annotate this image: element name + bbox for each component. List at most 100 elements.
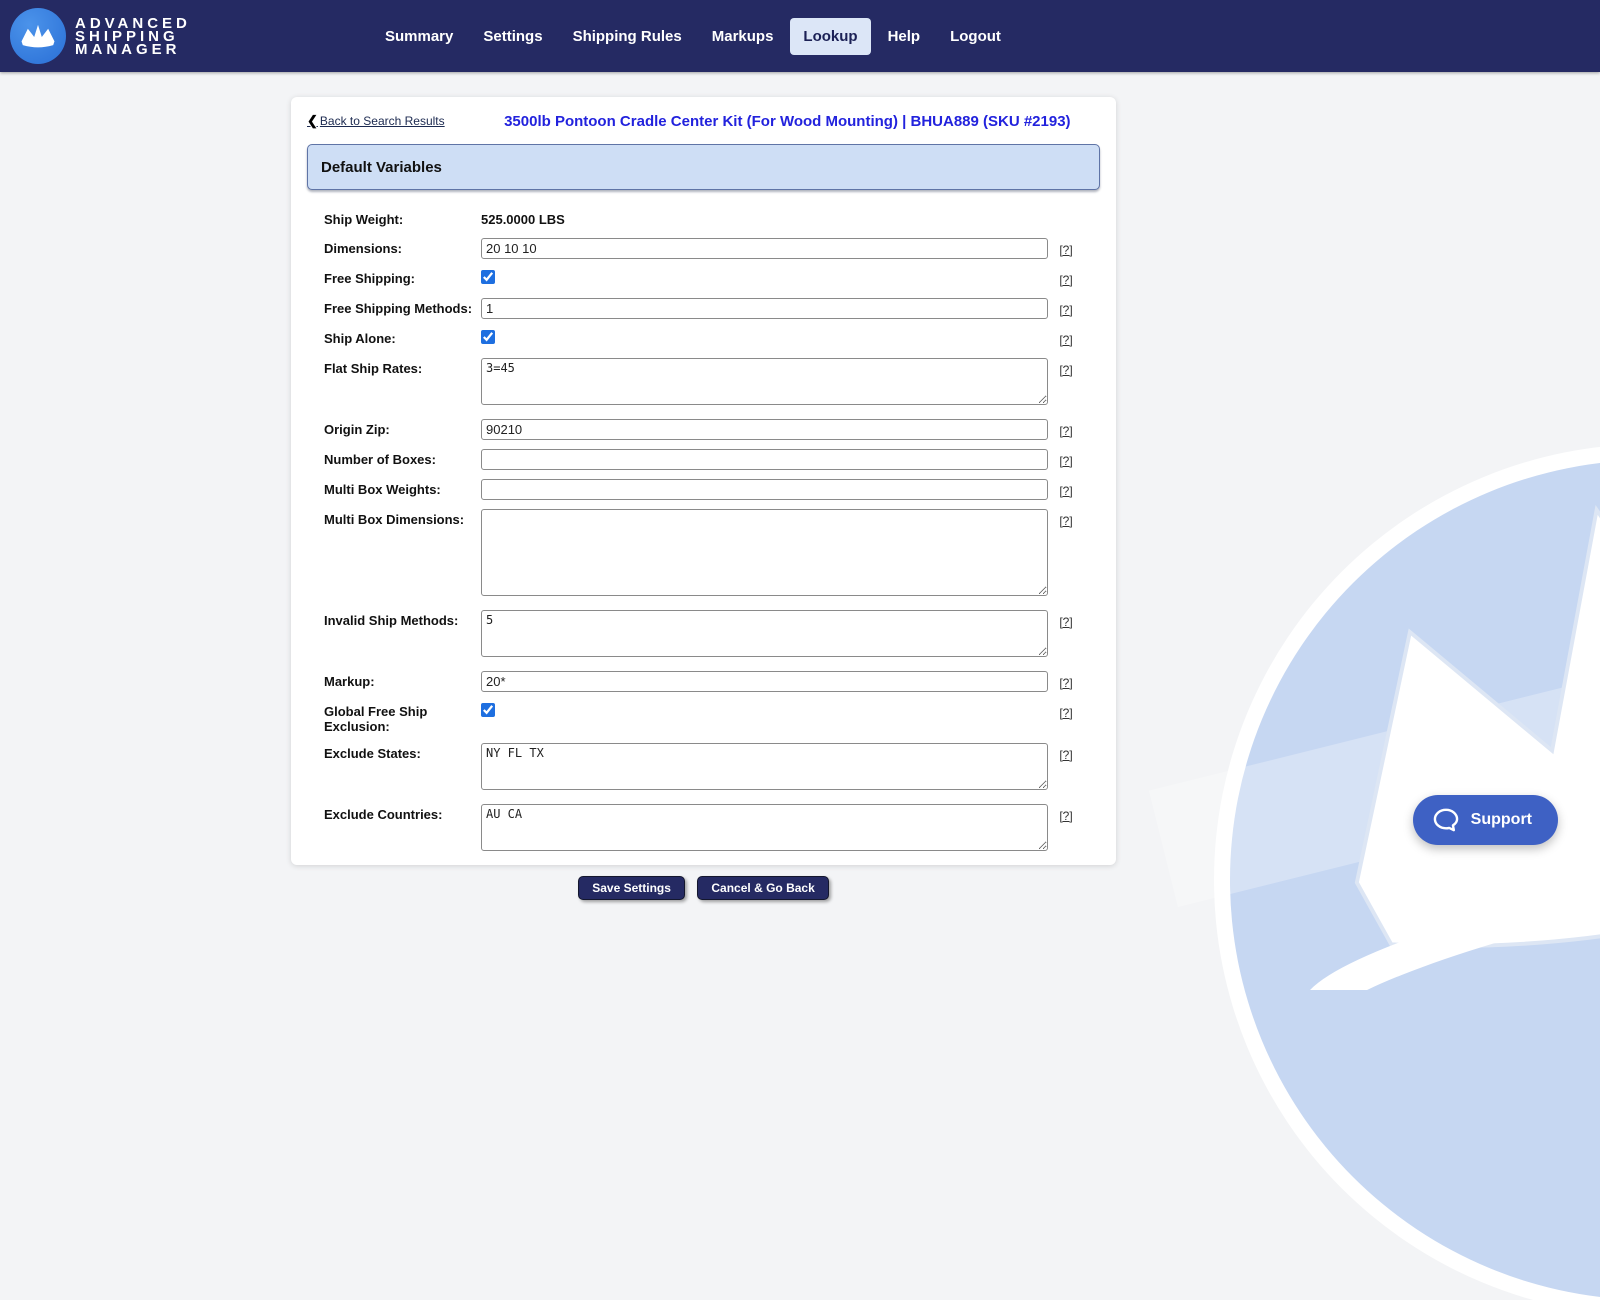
nav-menu: SummarySettingsShipping RulesMarkupsLook… — [372, 0, 1014, 72]
form-row-number-of-boxes: Number of Boxes: [?] — [324, 449, 1078, 470]
form-row-dimensions: Dimensions:[?] — [324, 238, 1078, 259]
dimensions-help-cell: [?] — [1048, 238, 1084, 259]
markup-label: Markup: — [324, 671, 481, 689]
multi-box-weights-input[interactable] — [481, 479, 1048, 500]
form-rows: Ship Weight:525.0000 LBS Dimensions:[?] Fr… — [324, 209, 1078, 856]
ship-weight-help-cell — [1048, 209, 1084, 212]
page-title: 3500lb Pontoon Cradle Center Kit (For Wo… — [445, 113, 1100, 130]
multi-box-weights-help-link[interactable]: [?] — [1059, 484, 1072, 498]
invalid-ship-methods-textarea[interactable] — [481, 610, 1048, 657]
global-free-ship-exclusion-control — [481, 701, 1048, 722]
nav-item-help[interactable]: Help — [875, 18, 934, 55]
number-of-boxes-help-cell: [?] — [1048, 449, 1084, 470]
nav-item-markups[interactable]: Markups — [699, 18, 787, 55]
ship-weight-label: Ship Weight: — [324, 209, 481, 227]
multi-box-dimensions-label: Multi Box Dimensions: — [324, 509, 481, 527]
flat-ship-rates-textarea[interactable] — [481, 358, 1048, 405]
invalid-ship-methods-help-cell: [?] — [1048, 610, 1084, 631]
exclude-states-help-link[interactable]: [?] — [1059, 748, 1072, 762]
markup-help-cell: [?] — [1048, 671, 1084, 692]
exclude-countries-help-link[interactable]: [?] — [1059, 809, 1072, 823]
chevron-left-icon: ❮ — [307, 113, 318, 128]
form-row-markup: Markup: [?] — [324, 671, 1078, 692]
number-of-boxes-control — [481, 449, 1048, 470]
form-row-origin-zip: Origin Zip: [?] — [324, 419, 1078, 440]
ship-alone-help-cell: [?] — [1048, 328, 1084, 349]
free-shipping-label: Free Shipping: — [324, 268, 481, 286]
top-navbar: Advanced Shipping Manager SummarySetting… — [0, 0, 1600, 72]
invalid-ship-methods-help-link[interactable]: [?] — [1059, 615, 1072, 629]
content-card: ❮Back to Search Results 3500lb Pontoon C… — [291, 97, 1116, 865]
markup-help-link[interactable]: [?] — [1059, 676, 1072, 690]
form-row-free-shipping-methods: Free Shipping Methods:[?] — [324, 298, 1078, 319]
nav-item-settings[interactable]: Settings — [470, 18, 555, 55]
default-variables-panel-header: Default Variables — [307, 144, 1100, 190]
form-row-multi-box-dimensions: Multi Box Dimensions: [?] — [324, 509, 1078, 601]
nav-item-shipping-rules[interactable]: Shipping Rules — [560, 18, 695, 55]
form-row-flat-ship-rates: Flat Ship Rates: [?] — [324, 358, 1078, 410]
global-free-ship-exclusion-label: Global Free Ship Exclusion: — [324, 701, 481, 734]
free-shipping-methods-input[interactable] — [481, 298, 1048, 319]
dimensions-help-link[interactable]: [?] — [1059, 243, 1072, 257]
multi-box-dimensions-textarea[interactable] — [481, 509, 1048, 596]
origin-zip-label: Origin Zip: — [324, 419, 481, 437]
markup-control — [481, 671, 1048, 692]
exclude-countries-help-cell: [?] — [1048, 804, 1084, 825]
free-shipping-help-link[interactable]: [?] — [1059, 273, 1072, 287]
back-to-search-link[interactable]: ❮Back to Search Results — [307, 113, 445, 129]
support-button[interactable]: Support — [1413, 795, 1558, 845]
form-row-exclude-countries: Exclude Countries:[?] — [324, 804, 1078, 856]
form-row-ship-weight: Ship Weight:525.0000 LBS — [324, 209, 1078, 229]
ship-alone-help-link[interactable]: [?] — [1059, 333, 1072, 347]
exclude-states-help-cell: [?] — [1048, 743, 1084, 764]
origin-zip-help-cell: [?] — [1048, 419, 1084, 440]
ship-alone-control — [481, 328, 1048, 349]
exclude-countries-textarea[interactable] — [481, 804, 1048, 851]
cancel-go-back-button[interactable]: Cancel & Go Back — [697, 876, 828, 900]
crown-icon — [19, 21, 57, 51]
logo-circle — [10, 8, 66, 64]
origin-zip-input[interactable] — [481, 419, 1048, 440]
ship-alone-label: Ship Alone: — [324, 328, 481, 346]
exclude-countries-control — [481, 804, 1048, 856]
invalid-ship-methods-label: Invalid Ship Methods: — [324, 610, 481, 628]
brand-logo[interactable]: Advanced Shipping Manager — [10, 8, 191, 64]
global-free-ship-exclusion-help-link[interactable]: [?] — [1059, 706, 1072, 720]
nav-item-summary[interactable]: Summary — [372, 18, 466, 55]
free-shipping-methods-help-link[interactable]: [?] — [1059, 303, 1072, 317]
exclude-states-textarea[interactable] — [481, 743, 1048, 790]
free-shipping-checkbox[interactable] — [481, 270, 495, 284]
support-label: Support — [1471, 811, 1532, 829]
nav-item-lookup[interactable]: Lookup — [790, 18, 870, 55]
multi-box-dimensions-help-link[interactable]: [?] — [1059, 514, 1072, 528]
nav-item-logout[interactable]: Logout — [937, 18, 1014, 55]
form-row-ship-alone: Ship Alone: [?] — [324, 328, 1078, 349]
number-of-boxes-help-link[interactable]: [?] — [1059, 454, 1072, 468]
chat-bubble-icon — [1433, 808, 1459, 832]
exclude-states-label: Exclude States: — [324, 743, 481, 761]
form-row-exclude-states: Exclude States: [?] — [324, 743, 1078, 795]
flat-ship-rates-help-link[interactable]: [?] — [1059, 363, 1072, 377]
invalid-ship-methods-control — [481, 610, 1048, 662]
flat-ship-rates-label: Flat Ship Rates: — [324, 358, 481, 376]
number-of-boxes-label: Number of Boxes: — [324, 449, 481, 467]
origin-zip-help-link[interactable]: [?] — [1059, 424, 1072, 438]
form-row-invalid-ship-methods: Invalid Ship Methods: [?] — [324, 610, 1078, 662]
global-free-ship-exclusion-checkbox[interactable] — [481, 703, 495, 717]
form-row-global-free-ship-exclusion: Global Free Ship Exclusion: [?] — [324, 701, 1078, 734]
crown-watermark-icon — [1245, 430, 1600, 990]
ship-weight-control: 525.0000 LBS — [481, 209, 1048, 229]
origin-zip-control — [481, 419, 1048, 440]
ship-alone-checkbox[interactable] — [481, 330, 495, 344]
number-of-boxes-input[interactable] — [481, 449, 1048, 470]
dimensions-control — [481, 238, 1048, 259]
multi-box-dimensions-control — [481, 509, 1048, 601]
free-shipping-methods-control — [481, 298, 1048, 319]
multi-box-weights-help-cell: [?] — [1048, 479, 1084, 500]
free-shipping-methods-help-cell: [?] — [1048, 298, 1084, 319]
flat-ship-rates-help-cell: [?] — [1048, 358, 1084, 379]
dimensions-input[interactable] — [481, 238, 1048, 259]
save-settings-button[interactable]: Save Settings — [578, 876, 685, 900]
card-header: ❮Back to Search Results 3500lb Pontoon C… — [291, 97, 1116, 130]
markup-input[interactable] — [481, 671, 1048, 692]
